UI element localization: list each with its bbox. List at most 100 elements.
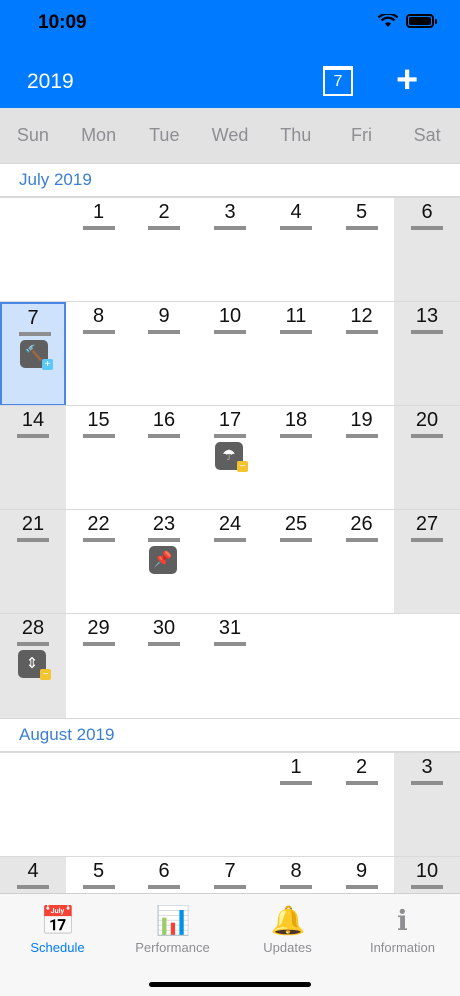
- day-cell[interactable]: 8: [66, 302, 131, 406]
- day-cell[interactable]: 11: [263, 302, 329, 406]
- status-time: 10:09: [38, 12, 87, 33]
- day-cell[interactable]: 3: [197, 198, 263, 302]
- tab-label: Updates: [263, 940, 312, 955]
- tab-information[interactable]: ℹ Information: [345, 894, 460, 996]
- day-underline: [346, 226, 378, 230]
- day-cell[interactable]: 6: [394, 198, 460, 302]
- day-cell[interactable]: 28 ⇕ −: [0, 614, 66, 718]
- day-number: 17: [218, 409, 242, 431]
- weekday-header: Sun Mon Tue Wed Thu Fri Sat: [0, 108, 460, 163]
- add-event-button[interactable]: +: [396, 58, 418, 102]
- day-underline: [411, 330, 443, 334]
- week-row: 21 22 23 📌 24 25 26 27: [0, 509, 460, 614]
- day-cell[interactable]: 26: [329, 510, 394, 614]
- day-cell[interactable]: 25: [263, 510, 329, 614]
- empty-cell: [0, 753, 66, 857]
- day-underline: [214, 538, 246, 542]
- empty-cell: [329, 614, 394, 718]
- day-cell[interactable]: 30: [131, 614, 197, 718]
- minus-badge-icon: −: [237, 461, 248, 472]
- day-number: 9: [158, 305, 170, 327]
- day-cell[interactable]: 29: [66, 614, 131, 718]
- day-cell[interactable]: 10: [197, 302, 263, 406]
- day-underline: [280, 538, 312, 542]
- day-cell[interactable]: 19: [329, 406, 394, 510]
- day-underline: [280, 781, 312, 785]
- day-underline: [148, 538, 180, 542]
- day-number: 2: [355, 756, 368, 778]
- day-number: 19: [350, 409, 373, 431]
- month-label: July 2019: [19, 170, 92, 189]
- day-cell[interactable]: 5: [329, 198, 394, 302]
- day-number: 12: [350, 305, 373, 327]
- day-cell[interactable]: 23 📌: [131, 510, 197, 614]
- day-cell[interactable]: 17 ☂ −: [197, 406, 263, 510]
- day-cell[interactable]: 7 🔨 +: [0, 302, 66, 406]
- day-cell[interactable]: 1: [263, 753, 329, 857]
- day-number: 23: [152, 513, 176, 535]
- day-underline: [17, 885, 49, 889]
- day-underline: [148, 434, 180, 438]
- day-cell[interactable]: 18: [263, 406, 329, 510]
- day-cell[interactable]: 31: [197, 614, 263, 718]
- tab-label: Performance: [135, 940, 210, 955]
- day-number: 24: [218, 513, 242, 535]
- day-underline: [214, 642, 246, 646]
- day-cell[interactable]: 3: [394, 753, 460, 857]
- weekday-label: Sun: [16, 125, 49, 145]
- day-cell[interactable]: 4: [263, 198, 329, 302]
- today-button[interactable]: 7: [323, 66, 353, 96]
- week-row: 7 🔨 + 8 9 10 11 12 13: [0, 301, 460, 406]
- day-number: 1: [290, 756, 302, 778]
- day-cell[interactable]: 2: [329, 753, 394, 857]
- day-number: 16: [152, 409, 176, 431]
- day-cell[interactable]: 27: [394, 510, 460, 614]
- day-underline: [148, 885, 180, 889]
- gavel-icon[interactable]: 🔨 +: [20, 340, 53, 370]
- day-underline: [83, 885, 115, 889]
- weekday-label: Thu: [280, 125, 312, 145]
- home-indicator: [149, 982, 311, 987]
- day-underline: [411, 226, 443, 230]
- day-underline: [280, 330, 312, 334]
- tab-schedule[interactable]: 📅 Schedule: [0, 894, 115, 996]
- day-cell[interactable]: 24: [197, 510, 263, 614]
- day-underline: [346, 330, 378, 334]
- day-cell[interactable]: 2: [131, 198, 197, 302]
- day-number: 11: [285, 305, 307, 327]
- pushpin-icon[interactable]: 📌: [149, 546, 177, 574]
- day-cell[interactable]: 20: [394, 406, 460, 510]
- day-cell[interactable]: 14: [0, 406, 66, 510]
- day-cell[interactable]: 12: [329, 302, 394, 406]
- day-number: 8: [92, 305, 105, 327]
- day-number: 13: [415, 305, 439, 327]
- day-underline: [148, 330, 180, 334]
- day-number: 3: [224, 201, 236, 223]
- day-cell[interactable]: 16: [131, 406, 197, 510]
- day-number: 26: [350, 513, 373, 535]
- umbrella-icon[interactable]: ☂ −: [215, 442, 248, 472]
- day-cell[interactable]: 15: [66, 406, 131, 510]
- info-icon: ℹ: [397, 905, 408, 936]
- day-cell[interactable]: 22: [66, 510, 131, 614]
- adjust-icon[interactable]: ⇕ −: [18, 650, 51, 680]
- empty-cell: [263, 614, 329, 718]
- day-cell[interactable]: 1: [66, 198, 131, 302]
- day-cell[interactable]: 21: [0, 510, 66, 614]
- day-number: 5: [92, 860, 105, 882]
- tab-updates[interactable]: 🔔 Updates: [230, 894, 345, 996]
- day-number: 7: [27, 307, 39, 329]
- day-cell[interactable]: 13: [394, 302, 460, 406]
- day-number: 6: [158, 860, 170, 882]
- day-number: 5: [355, 201, 368, 223]
- day-number: 29: [87, 617, 110, 639]
- day-number: 30: [152, 617, 176, 639]
- plus-badge-icon: +: [42, 359, 53, 370]
- day-underline: [83, 226, 115, 230]
- day-underline: [346, 538, 378, 542]
- day-cell[interactable]: 9: [131, 302, 197, 406]
- tab-label: Information: [369, 940, 436, 955]
- day-number: 10: [415, 860, 439, 882]
- year-title: 2019: [27, 70, 74, 93]
- tab-performance[interactable]: 📊 Performance: [115, 894, 230, 996]
